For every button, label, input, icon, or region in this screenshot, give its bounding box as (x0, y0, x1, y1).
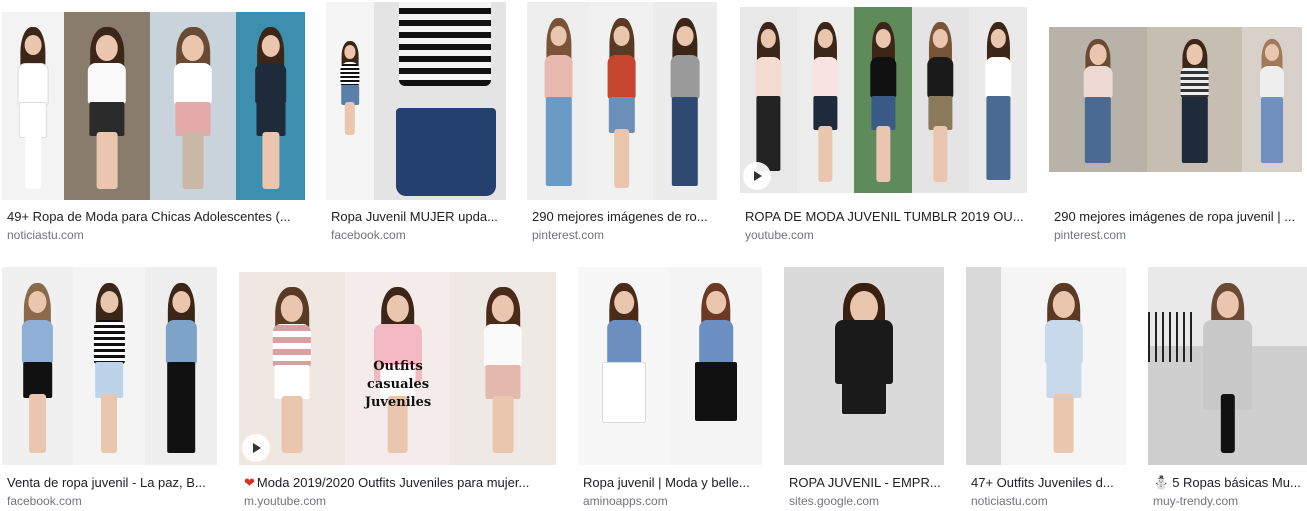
thumb-panel (854, 7, 912, 193)
thumb-panel (374, 2, 506, 200)
thumb-panel (1148, 267, 1307, 465)
result-card[interactable]: 49+ Ropa de Moda para Chicas Adolescente… (2, 12, 305, 242)
result-thumbnail[interactable] (527, 2, 717, 200)
thumb-panel (912, 7, 969, 193)
result-thumbnail[interactable]: Outfits casuales Juveniles (239, 272, 556, 465)
result-thumbnail[interactable] (2, 12, 305, 200)
railing (1148, 312, 1193, 362)
result-thumbnail[interactable] (1148, 267, 1307, 465)
thumb-panel (1001, 267, 1126, 465)
result-title[interactable]: Ropa Juvenil MUJER upda... (331, 209, 506, 225)
result-title[interactable]: ROPA DE MODA JUVENIL TUMBLR 2019 OU... (745, 209, 1027, 225)
heart-icon: ❤ (244, 475, 255, 490)
snowman-icon: ⛄ (1153, 475, 1170, 490)
result-source[interactable]: muy-trendy.com (1153, 494, 1238, 508)
result-source[interactable]: pinterest.com (532, 228, 604, 242)
result-thumbnail[interactable] (2, 267, 217, 465)
result-source[interactable]: pinterest.com (1054, 228, 1126, 242)
play-icon (242, 434, 270, 462)
result-card[interactable]: Ropa juvenil | Moda y belle... aminoapps… (578, 267, 762, 511)
thumb-overlay-text: Outfits casuales Juveniles (364, 359, 432, 410)
result-card[interactable]: 290 mejores imágenes de ro... pinterest.… (527, 2, 717, 242)
denim-shorts (396, 108, 496, 196)
thumb-panel (326, 2, 374, 200)
result-thumbnail[interactable] (740, 7, 1027, 193)
result-source[interactable]: m.youtube.com (244, 494, 326, 508)
result-thumbnail[interactable] (578, 267, 762, 465)
thumb-panel (236, 12, 305, 200)
result-title[interactable]: Venta de ropa juvenil - La paz, B... (7, 475, 217, 491)
play-icon (743, 162, 771, 190)
thumb-panel (966, 267, 1001, 465)
result-title-text: 5 Ropas básicas Mu... (1172, 475, 1301, 490)
thumb-panel (73, 267, 145, 465)
result-thumbnail[interactable] (1049, 27, 1302, 172)
result-title[interactable]: 47+ Outfits Juveniles d... (971, 475, 1126, 491)
result-source[interactable]: youtube.com (745, 228, 814, 242)
result-thumbnail[interactable] (326, 2, 506, 200)
striped-top (399, 2, 491, 86)
thumb-panel (784, 267, 944, 465)
result-source[interactable]: noticiastu.com (7, 228, 84, 242)
thumb-panel (653, 2, 717, 200)
result-title[interactable]: ⛄ 5 Ropas básicas Mu... (1153, 475, 1307, 491)
thumb-panel (1049, 27, 1147, 172)
thumb-panel (150, 12, 236, 200)
result-title[interactable]: ❤ Moda 2019/2020 Outfits Juveniles para m… (244, 475, 554, 491)
result-card[interactable]: Ropa Juvenil MUJER upda... facebook.com (326, 2, 506, 242)
result-card[interactable]: 47+ Outfits Juveniles d... noticiastu.co… (966, 267, 1126, 511)
thumb-panel (578, 267, 670, 465)
thumb-panel (64, 12, 150, 200)
result-title-text: Moda 2019/2020 Outfits Juveniles para mu… (256, 475, 530, 490)
result-title[interactable]: Ropa juvenil | Moda y belle... (583, 475, 762, 491)
result-title[interactable]: ROPA JUVENIL - EMPR... (789, 475, 944, 491)
result-card[interactable]: 290 mejores imágenes de ropa juvenil | .… (1049, 27, 1302, 242)
result-card[interactable]: Outfits casuales Juveniles ❤ Moda 2019/20… (239, 272, 556, 511)
thumb-panel (969, 7, 1027, 193)
thumb-panel (145, 267, 217, 465)
result-thumbnail[interactable] (784, 267, 944, 465)
thumb-panel (797, 7, 854, 193)
result-card[interactable]: ⛄ 5 Ropas básicas Mu... muy-trendy.com (1148, 267, 1307, 511)
result-card[interactable]: ROPA DE MODA JUVENIL TUMBLR 2019 OU... y… (740, 7, 1027, 242)
thumb-panel (2, 267, 73, 465)
result-title[interactable]: 290 mejores imágenes de ropa juvenil | .… (1054, 209, 1302, 225)
result-source[interactable]: facebook.com (331, 228, 406, 242)
result-title[interactable]: 49+ Ropa de Moda para Chicas Adolescente… (7, 209, 305, 225)
thumb-panel (2, 12, 64, 200)
result-card[interactable]: ROPA JUVENIL - EMPR... sites.google.com (784, 267, 944, 511)
result-source[interactable]: aminoapps.com (583, 494, 668, 508)
thumb-panel (450, 272, 556, 465)
result-source[interactable]: facebook.com (7, 494, 82, 508)
result-source[interactable]: sites.google.com (789, 494, 879, 508)
result-thumbnail[interactable] (966, 267, 1126, 465)
result-title[interactable]: 290 mejores imágenes de ro... (532, 209, 717, 225)
result-card[interactable]: Venta de ropa juvenil - La paz, B... fac… (2, 267, 217, 511)
thumb-panel (590, 2, 653, 200)
thumb-panel (527, 2, 590, 200)
thumb-panel (670, 267, 762, 465)
thumb-panel (1147, 27, 1242, 172)
thumb-panel (1242, 27, 1302, 172)
result-source[interactable]: noticiastu.com (971, 494, 1048, 508)
